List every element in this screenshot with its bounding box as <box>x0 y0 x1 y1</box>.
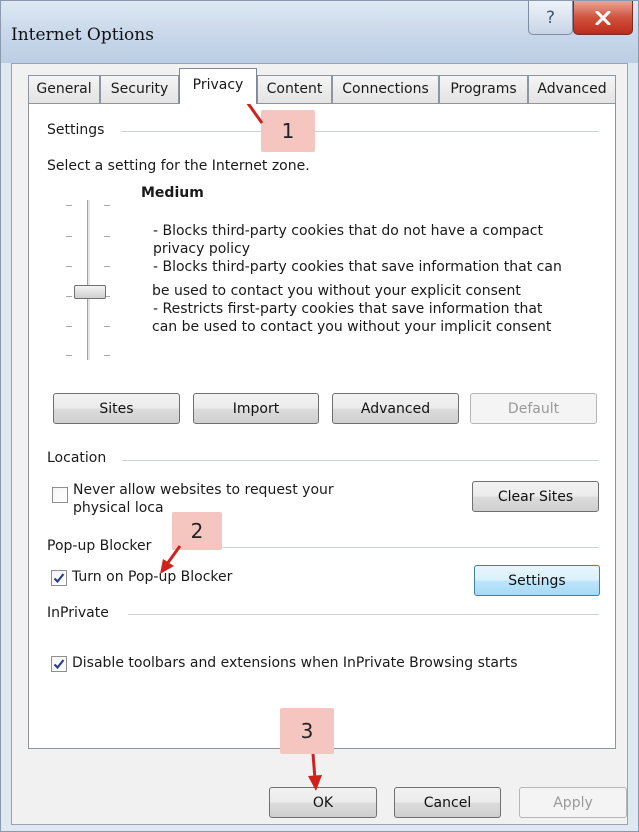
annotation-arrow-3 <box>308 753 322 791</box>
tab-privacy[interactable]: Privacy <box>179 68 257 104</box>
